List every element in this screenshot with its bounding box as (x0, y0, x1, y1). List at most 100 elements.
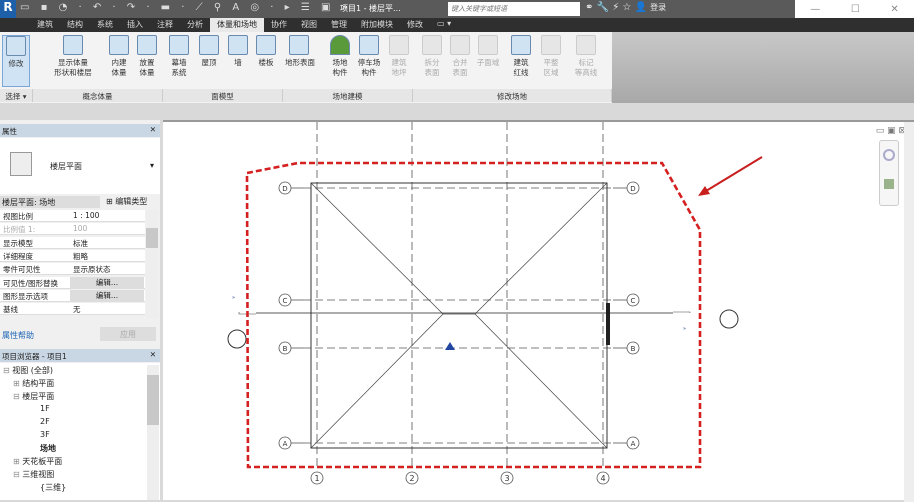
properties-scrollbar[interactable] (146, 210, 158, 318)
ribbon-button-3[interactable]: 放置 体量 (133, 35, 161, 78)
elevation-marker-right[interactable] (719, 309, 739, 329)
browser-item[interactable]: 2F (40, 417, 50, 426)
grid-label: 1 (314, 474, 319, 483)
close-button[interactable]: ✕ (890, 4, 898, 15)
ribbon-button-13[interactable]: 合并 表面 (446, 35, 474, 78)
ribbon-button-label: 修改 (8, 59, 24, 68)
tab-1[interactable]: 结构 (60, 18, 90, 32)
ribbon-button-5[interactable]: 屋顶 (195, 35, 223, 68)
tab-3[interactable]: 插入 (120, 18, 150, 32)
search-input[interactable] (448, 2, 580, 16)
property-line-boundary[interactable] (245, 161, 702, 469)
instance-selector[interactable]: 楼层平面: 场地 (0, 196, 100, 208)
grid-label: C (283, 297, 288, 305)
elevation-marker-left[interactable] (227, 329, 247, 349)
ribbon-button-14[interactable]: 子面域 (474, 35, 502, 68)
browser-item[interactable]: ⊞ 结构平面 (13, 378, 54, 389)
dropdown-icon: ▾ (150, 161, 155, 170)
ribbon: 修改 显示体量 形状和楼层 内建 体量 放置 体量 幕墙 系统 屋顶 墙 楼板 地形表面 场地 构… (0, 32, 914, 103)
grid-label: A (631, 440, 636, 448)
grid-label: B (283, 345, 288, 353)
browser-scrollbar[interactable] (147, 365, 159, 500)
expand-icon[interactable]: ⊞ (13, 457, 22, 466)
tab-12[interactable]: ▭ ▾ (430, 18, 458, 32)
browser-item[interactable]: ⊟ 三维视图 (13, 469, 54, 480)
ribbon-button-icon (511, 35, 531, 55)
ribbon-button-label: 放置 体量 (139, 58, 155, 77)
steering-wheel-icon[interactable] (883, 149, 895, 161)
property-value[interactable]: 编辑... (70, 276, 144, 288)
expand-icon[interactable]: ⊟ (13, 392, 22, 401)
ribbon-button-1[interactable]: 显示体量 形状和楼层 (48, 35, 98, 78)
ribbon-button-15[interactable]: 建筑 红线 (507, 35, 535, 78)
section-tag-left: » (232, 295, 235, 301)
ribbon-tabs: 建筑 结构 系统 插入 注释 分析 体量和场地 协作 视图 管理 附加模块 修改 ▭ ▾ (0, 18, 914, 32)
property-row: 图形显示选项 编辑... (0, 289, 145, 302)
revit-logo[interactable]: R (0, 0, 16, 18)
login-button[interactable]: 登录 (650, 3, 666, 12)
ribbon-button-4[interactable]: 幕墙 系统 (165, 35, 193, 78)
ribbon-button-7[interactable]: 楼板 (252, 35, 280, 68)
ribbon-button-icon (63, 35, 83, 55)
type-selector[interactable]: 楼层平面 ▾ (0, 138, 160, 194)
ribbon-button-icon (450, 35, 470, 55)
browser-item-label: 2F (40, 417, 50, 426)
expand-icon[interactable]: ⊟ (3, 366, 12, 375)
grid-label: D (282, 185, 287, 193)
tab-4[interactable]: 注释 (150, 18, 180, 32)
tab-5[interactable]: 分析 (180, 18, 210, 32)
ribbon-button-6[interactable]: 墙 (224, 35, 252, 68)
edit-type-button[interactable]: ⊞ 编辑类型 (106, 196, 147, 207)
tab-2[interactable]: 系统 (90, 18, 120, 32)
browser-item[interactable]: ⊟ 楼层平面 (13, 391, 54, 402)
ribbon-button-2[interactable]: 内建 体量 (105, 35, 133, 78)
tab-9[interactable]: 管理 (324, 18, 354, 32)
ribbon-button-9[interactable]: 场地 构件 (326, 35, 354, 78)
close-icon[interactable]: ✕ (150, 125, 156, 134)
infocenter-icons[interactable]: ⚭ 🔧 ⚡ ☆ 👤 (585, 2, 647, 13)
ribbon-button-8[interactable]: 地形表面 (285, 35, 315, 68)
tab-10[interactable]: 附加模块 (354, 18, 400, 32)
tab-0[interactable]: 建筑 (30, 18, 60, 32)
ribbon-button-16[interactable]: 平整 区域 (537, 35, 565, 78)
infocenter-tools[interactable]: ⚭ 🔧 ⚡ ☆ 👤 登录 (585, 2, 666, 13)
close-icon[interactable]: ✕ (150, 350, 156, 359)
ribbon-button-11[interactable]: 建筑 地坪 (385, 35, 413, 78)
ribbon-button-icon (541, 35, 561, 55)
browser-item[interactable]: 1F (40, 404, 50, 413)
ribbon-button-10[interactable]: 停车场 构件 (355, 35, 383, 78)
quick-access-toolbar[interactable]: ▭ ▪ ◔ · ↶ · ↷ · ▬ · ⟋ ⚲ A ◎ · ▸ ☰ ▣ » (20, 2, 352, 13)
drawing-canvas[interactable]: 1 2 3 4 D D C C B B A A » » ▭ ▣ ⊠ (163, 120, 914, 502)
tab-11[interactable]: 修改 (400, 18, 430, 32)
tab-6[interactable]: 体量和场地 (210, 18, 264, 32)
property-value[interactable]: 编辑... (70, 289, 144, 301)
zoom-icon[interactable] (884, 179, 894, 189)
panel-label-0[interactable]: 选择 ▾ (0, 89, 33, 102)
minimize-button[interactable]: — (810, 4, 820, 15)
expand-icon[interactable]: ⊟ (13, 470, 22, 479)
browser-item[interactable]: ⊟ 视图 (全部) (3, 365, 53, 376)
properties-help-link[interactable]: 属性帮助 (2, 330, 34, 341)
canvas-scrollbar[interactable] (904, 122, 914, 502)
navigation-bar[interactable] (879, 140, 899, 206)
expand-icon[interactable]: ⊞ (13, 379, 22, 388)
property-value[interactable]: 显示原状态 (73, 264, 111, 275)
survey-point-icon[interactable] (445, 342, 455, 350)
property-value: 100 (73, 224, 88, 234)
ribbon-button-17[interactable]: 标记 等高线 (572, 35, 600, 78)
window-controls: — ☐ ✕ (795, 0, 914, 18)
browser-item[interactable]: {三维} (40, 482, 66, 493)
maximize-button[interactable]: ☐ (851, 4, 860, 15)
tab-7[interactable]: 协作 (264, 18, 294, 32)
browser-item[interactable]: 3F (40, 430, 50, 439)
site-plan: 1 2 3 4 D D C C B B A A » » (227, 122, 763, 485)
apply-button[interactable]: 应用 (100, 327, 156, 341)
browser-item[interactable]: 场地 (40, 443, 56, 454)
view-controls[interactable]: ▭ ▣ ⊠ (876, 126, 906, 136)
ribbon-button-0[interactable]: 修改 (2, 35, 30, 87)
browser-item[interactable]: ⊞ 天花板平面 (13, 456, 62, 467)
roof-outline[interactable] (310, 182, 608, 449)
section-tag-right: » (683, 326, 686, 332)
ribbon-button-12[interactable]: 拆分 表面 (418, 35, 446, 78)
tab-8[interactable]: 视图 (294, 18, 324, 32)
